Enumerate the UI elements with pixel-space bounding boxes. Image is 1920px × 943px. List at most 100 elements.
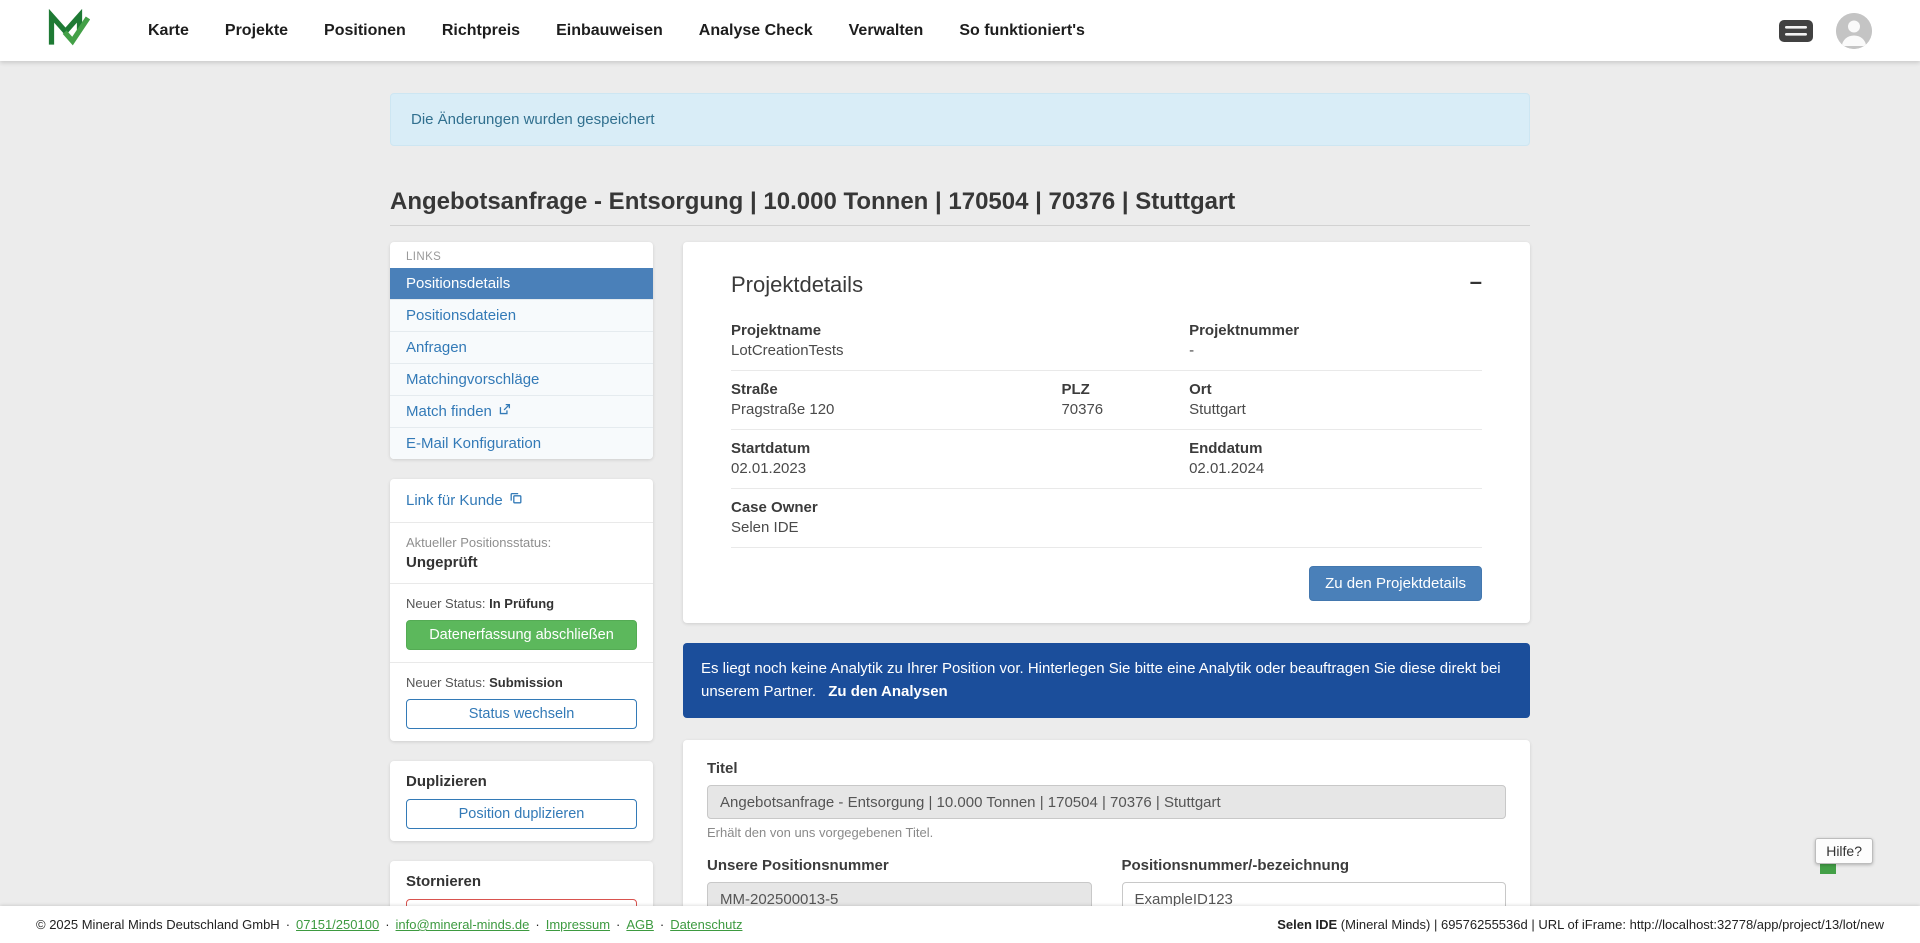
- sidebar-item-label: Positionsdetails: [406, 275, 510, 292]
- sidebar-item-match-finden[interactable]: Match finden: [390, 396, 653, 428]
- nav-item-projekte[interactable]: Projekte: [207, 0, 306, 61]
- sidebar-item-label: Match finden: [406, 403, 492, 420]
- footer-link-impressum[interactable]: Impressum: [546, 917, 610, 932]
- brand-logo-icon: [48, 9, 90, 52]
- nav-item-analyse-check[interactable]: Analyse Check: [681, 0, 831, 61]
- new-status-line: Neuer Status: In Prüfung: [406, 596, 637, 611]
- projektnummer-value: -: [1189, 342, 1482, 359]
- footer-left: © 2025 Mineral Minds Deutschland GmbH · …: [36, 917, 742, 932]
- new-status-value: Submission: [489, 675, 563, 690]
- nav-item-richtpreis[interactable]: Richtpreis: [424, 0, 538, 61]
- user-avatar[interactable]: [1836, 13, 1872, 49]
- enddatum-value: 02.01.2024: [1189, 460, 1482, 477]
- copy-icon: [509, 491, 523, 509]
- analytics-banner-text: Es liegt noch keine Analytik zu Ihrer Po…: [701, 660, 1501, 700]
- ort-value: Stuttgart: [1189, 401, 1482, 418]
- current-status-value: Ungeprüft: [406, 554, 637, 571]
- sidebar-item-label: Matchingvorschläge: [406, 371, 539, 388]
- footer-link-phone[interactable]: 07151/250100: [296, 917, 379, 932]
- complete-data-entry-button[interactable]: Datenerfassung abschließen: [406, 620, 637, 650]
- projektname-value: LotCreationTests: [731, 342, 1189, 359]
- external-link-icon: [498, 403, 511, 420]
- project-row: Case Owner Selen IDE: [731, 489, 1482, 548]
- project-details-title: Projektdetails: [731, 272, 863, 298]
- titel-help: Erhält den von uns vorgegebenen Titel.: [707, 825, 1506, 840]
- collapse-button[interactable]: –: [1470, 272, 1482, 292]
- sidebar-links-card: LINKS Positionsdetails Positionsdateien …: [390, 242, 653, 459]
- nav-item-verwalten[interactable]: Verwalten: [831, 0, 942, 61]
- duplicate-card-title: Duplizieren: [406, 773, 637, 790]
- footer-link-datenschutz[interactable]: Datenschutz: [670, 917, 742, 932]
- sidebar-item-matchingvorschlaege[interactable]: Matchingvorschläge: [390, 364, 653, 396]
- navbar-right: [1778, 13, 1872, 49]
- brand-logo[interactable]: [48, 9, 90, 52]
- sidebar-item-anfragen[interactable]: Anfragen: [390, 332, 653, 364]
- footer-link-agb[interactable]: AGB: [626, 917, 653, 932]
- duplicate-position-button[interactable]: Position duplizieren: [406, 799, 637, 829]
- sidebar-item-label: Positionsdateien: [406, 307, 516, 324]
- separator: ·: [286, 917, 290, 932]
- strasse-value: Pragstraße 120: [731, 401, 1061, 418]
- nav-item-positionen[interactable]: Positionen: [306, 0, 424, 61]
- titel-input: [707, 785, 1506, 819]
- projektname-label: Projektname: [731, 322, 1189, 339]
- nav-item-einbauweisen[interactable]: Einbauweisen: [538, 0, 681, 61]
- project-row: Startdatum 02.01.2023 Enddatum 02.01.202…: [731, 430, 1482, 489]
- links-header: LINKS: [390, 242, 653, 268]
- startdatum-label: Startdatum: [731, 440, 1189, 457]
- success-alert: Die Änderungen wurden gespeichert: [390, 93, 1530, 146]
- footer: © 2025 Mineral Minds Deutschland GmbH · …: [0, 906, 1920, 943]
- duplicate-card: Duplizieren Position duplizieren: [390, 761, 653, 841]
- separator: ·: [660, 917, 664, 932]
- page-content: Die Änderungen wurden gespeichert Angebo…: [390, 93, 1530, 943]
- footer-user: Selen IDE: [1277, 917, 1337, 932]
- sidebar-item-positionsdateien[interactable]: Positionsdateien: [390, 300, 653, 332]
- copyright-text: © 2025 Mineral Minds Deutschland GmbH: [36, 917, 280, 932]
- sidebar-item-label: E-Mail Konfiguration: [406, 435, 541, 452]
- status-card: Link für Kunde Aktueller Positionsstatus…: [390, 479, 653, 741]
- project-row: Straße Pragstraße 120 PLZ 70376 Ort Stut…: [731, 371, 1482, 430]
- top-navbar: Karte Projekte Positionen Richtpreis Ein…: [0, 0, 1920, 61]
- startdatum-value: 02.01.2023: [731, 460, 1189, 477]
- customer-link-label: Link für Kunde: [406, 492, 503, 509]
- ort-label: Ort: [1189, 381, 1482, 398]
- sidebar-item-positionsdetails[interactable]: Positionsdetails: [390, 268, 653, 300]
- positionsbezeichnung-label: Positionsnummer/-bezeichnung: [1122, 857, 1507, 874]
- projektnummer-label: Projektnummer: [1189, 322, 1482, 339]
- switch-status-button[interactable]: Status wechseln: [406, 699, 637, 729]
- project-details-button[interactable]: Zu den Projektdetails: [1309, 566, 1482, 601]
- positionsnummer-label: Unsere Positionsnummer: [707, 857, 1092, 874]
- separator: ·: [385, 917, 389, 932]
- new-status-label: Neuer Status:: [406, 675, 486, 690]
- plz-label: PLZ: [1061, 381, 1189, 398]
- new-status-line: Neuer Status: Submission: [406, 675, 637, 690]
- nav-item-karte[interactable]: Karte: [130, 0, 207, 61]
- titel-label: Titel: [707, 760, 1506, 777]
- sidebar-item-label: Anfragen: [406, 339, 467, 356]
- main-nav: Karte Projekte Positionen Richtpreis Ein…: [130, 0, 1103, 61]
- customer-link[interactable]: Link für Kunde: [406, 491, 523, 509]
- project-details-card: Projektdetails – Projektname LotCreation…: [683, 242, 1530, 623]
- analytics-banner: Es liegt noch keine Analytik zu Ihrer Po…: [683, 643, 1530, 718]
- footer-link-email[interactable]: info@mineral-minds.de: [396, 917, 530, 932]
- sidebar: LINKS Positionsdetails Positionsdateien …: [390, 242, 653, 943]
- enddatum-label: Enddatum: [1189, 440, 1482, 457]
- page-title: Angebotsanfrage - Entsorgung | 10.000 To…: [390, 188, 1530, 226]
- separator: ·: [616, 917, 620, 932]
- separator: ·: [535, 917, 539, 932]
- main-column: Projektdetails – Projektname LotCreation…: [683, 242, 1530, 943]
- case-owner-label: Case Owner: [731, 499, 1189, 516]
- new-status-value: In Prüfung: [489, 596, 554, 611]
- footer-session-info: Selen IDE (Mineral Minds) | 69576255536d…: [1277, 917, 1884, 932]
- nav-item-so-funktionierts[interactable]: So funktioniert's: [941, 0, 1103, 61]
- project-row: Projektname LotCreationTests Projektnumm…: [731, 312, 1482, 371]
- help-button[interactable]: Hilfe?: [1815, 838, 1873, 864]
- server-icon[interactable]: [1778, 18, 1814, 44]
- sidebar-item-email-konfiguration[interactable]: E-Mail Konfiguration: [390, 428, 653, 459]
- current-status-label: Aktueller Positionsstatus:: [406, 535, 637, 550]
- strasse-label: Straße: [731, 381, 1061, 398]
- analytics-link[interactable]: Zu den Analysen: [828, 683, 947, 700]
- plz-value: 70376: [1061, 401, 1189, 418]
- footer-meta: (Mineral Minds) | 69576255536d | URL of …: [1337, 917, 1884, 932]
- case-owner-value: Selen IDE: [731, 519, 1189, 536]
